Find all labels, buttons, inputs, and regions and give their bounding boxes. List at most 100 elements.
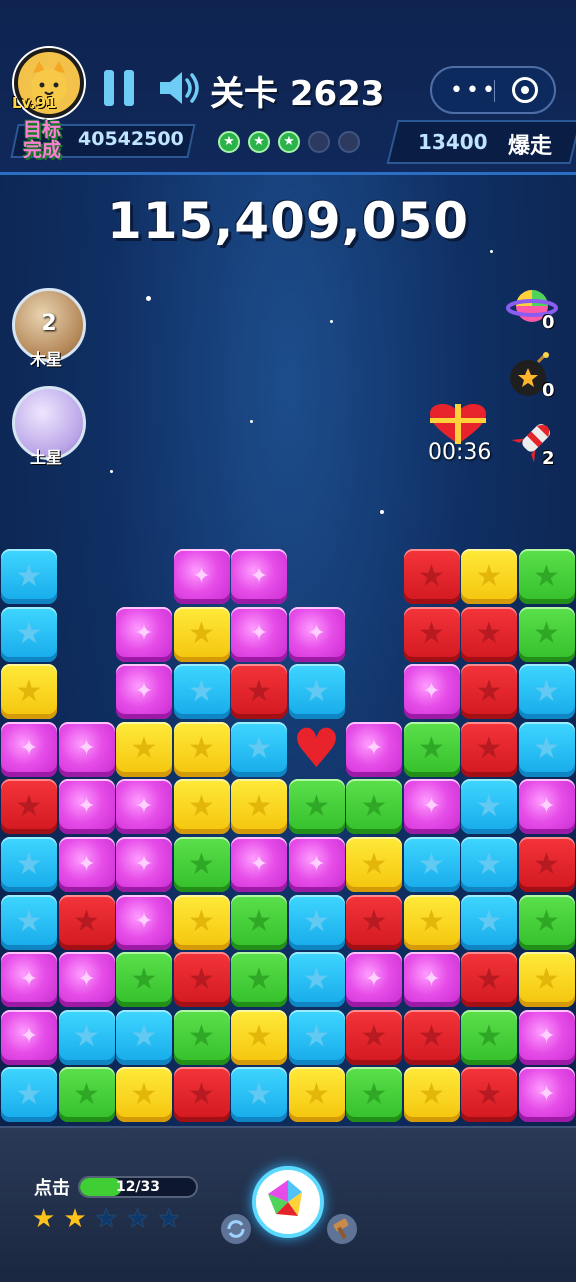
blue-block-tile[interactable]: ★	[1, 1067, 57, 1123]
magenta-block-tile[interactable]: ✦	[116, 779, 172, 835]
magenta-block-tile[interactable]: ✦	[58, 721, 115, 777]
green-block-tile[interactable]: ★	[346, 1067, 402, 1123]
yellow-block-tile[interactable]: ★	[173, 894, 230, 950]
blue-block-tile[interactable]: ★	[116, 1009, 172, 1065]
magenta-block-tile[interactable]: ✦	[1, 952, 57, 1008]
magenta-block-tile[interactable]: ✦	[1, 721, 57, 777]
blue-block-tile[interactable]: ★	[288, 894, 345, 950]
green-block-tile[interactable]: ★	[116, 952, 172, 1008]
blue-block-tile[interactable]: ★	[1, 837, 57, 892]
green-block-tile[interactable]: ★	[231, 952, 287, 1008]
magenta-block-tile[interactable]: ✦	[288, 837, 345, 892]
more-options-icon[interactable]: • • •	[450, 78, 495, 103]
red-block-tile[interactable]: ★	[346, 894, 402, 950]
yellow-block-tile[interactable]: ★	[116, 1067, 172, 1123]
magenta-block-tile[interactable]: ✦	[58, 837, 115, 892]
blue-block-tile[interactable]: ★	[58, 1009, 115, 1065]
green-block-tile[interactable]: ★	[461, 1009, 517, 1065]
blue-block-tile[interactable]: ★	[1, 606, 57, 662]
yellow-block-tile[interactable]: ★	[518, 952, 575, 1008]
magenta-block-tile[interactable]: ✦	[116, 664, 172, 720]
green-block-tile[interactable]: ★	[58, 1067, 115, 1123]
yellow-block-tile[interactable]: ★	[116, 721, 172, 777]
refresh-icon[interactable]	[220, 1213, 252, 1245]
color-wheel-button[interactable]	[252, 1166, 324, 1238]
green-block-tile[interactable]: ★	[288, 779, 345, 835]
blue-block-tile[interactable]: ★	[288, 664, 345, 720]
blue-block-tile[interactable]: ★	[461, 894, 517, 950]
magenta-block-tile[interactable]: ✦	[116, 894, 172, 950]
blue-block-tile[interactable]: ★	[1, 894, 57, 950]
green-block-tile[interactable]: ★	[518, 549, 575, 604]
magenta-block-tile[interactable]: ✦	[173, 549, 230, 604]
yellow-block-tile[interactable]: ★	[231, 779, 287, 835]
yellow-block-tile[interactable]: ★	[403, 894, 460, 950]
yellow-block-tile[interactable]: ★	[403, 1067, 460, 1123]
yellow-block-tile[interactable]: ★	[231, 1009, 287, 1065]
yellow-block-tile[interactable]: ★	[173, 779, 230, 835]
blue-block-tile[interactable]: ★	[518, 664, 575, 720]
blue-block-tile[interactable]: ★	[231, 1067, 287, 1123]
red-block-tile[interactable]: ★	[58, 894, 115, 950]
red-block-tile[interactable]: ★	[403, 1009, 460, 1065]
magenta-block-tile[interactable]: ✦	[403, 664, 460, 720]
red-block-tile[interactable]: ★	[461, 952, 517, 1008]
hammer-icon[interactable]	[326, 1213, 358, 1245]
blue-block-tile[interactable]: ★	[1, 549, 57, 604]
red-block-tile[interactable]: ★	[173, 952, 230, 1008]
blue-block-tile[interactable]: ★	[403, 837, 460, 892]
blue-block-tile[interactable]: ★	[288, 1009, 345, 1065]
red-block-tile[interactable]: ★	[173, 1067, 230, 1123]
green-block-tile[interactable]: ★	[518, 606, 575, 662]
green-block-tile[interactable]: ★	[231, 894, 287, 950]
blue-block-tile[interactable]: ★	[288, 952, 345, 1008]
red-block-tile[interactable]: ★	[403, 606, 460, 662]
green-block-tile[interactable]: ★	[518, 894, 575, 950]
blue-block-tile[interactable]: ★	[231, 721, 287, 777]
magenta-block-tile[interactable]: ✦	[288, 606, 345, 662]
blue-block-tile[interactable]: ★	[518, 721, 575, 777]
green-block-tile[interactable]: ★	[346, 779, 402, 835]
magenta-block-tile[interactable]: ✦	[518, 779, 575, 835]
close-app-icon[interactable]	[512, 77, 538, 103]
red-block-tile[interactable]: ★	[231, 664, 287, 720]
magenta-block-tile[interactable]: ✦	[518, 1067, 575, 1123]
blue-block-tile[interactable]: ★	[461, 837, 517, 892]
red-block-tile[interactable]: ★	[461, 606, 517, 662]
magenta-block-tile[interactable]: ✦	[1, 1009, 57, 1065]
yellow-block-tile[interactable]: ★	[461, 549, 517, 604]
magenta-block-tile[interactable]: ✦	[518, 1009, 575, 1065]
red-block-tile[interactable]: ★	[518, 837, 575, 892]
yellow-block-tile[interactable]: ★	[288, 1067, 345, 1123]
yellow-block-tile[interactable]: ★	[1, 664, 57, 720]
blue-block-tile[interactable]: ★	[173, 664, 230, 720]
red-block-tile[interactable]: ★	[403, 549, 460, 604]
heart-gift-tile[interactable]: ♥	[289, 722, 345, 777]
green-block-tile[interactable]: ★	[173, 837, 230, 892]
green-block-tile[interactable]: ★	[173, 1009, 230, 1065]
magenta-block-tile[interactable]: ✦	[403, 779, 460, 835]
pause-button[interactable]	[101, 70, 137, 108]
magenta-block-tile[interactable]: ✦	[403, 952, 460, 1008]
magenta-block-tile[interactable]: ✦	[58, 952, 115, 1008]
yellow-block-tile[interactable]: ★	[173, 606, 230, 662]
blue-block-tile[interactable]: ★	[461, 779, 517, 835]
red-block-tile[interactable]: ★	[461, 664, 517, 720]
magenta-block-tile[interactable]: ✦	[231, 549, 287, 604]
sound-icon[interactable]	[156, 68, 204, 108]
green-block-tile[interactable]: ★	[403, 721, 460, 777]
magenta-block-tile[interactable]: ✦	[58, 779, 115, 835]
magenta-block-tile[interactable]: ✦	[346, 952, 402, 1008]
magenta-block-tile[interactable]: ✦	[231, 606, 287, 662]
red-block-tile[interactable]: ★	[461, 1067, 517, 1123]
magenta-block-tile[interactable]: ✦	[346, 721, 402, 777]
red-block-tile[interactable]: ★	[346, 1009, 402, 1065]
red-block-tile[interactable]: ★	[1, 779, 57, 835]
gift-heart-icon[interactable]	[428, 404, 488, 444]
magenta-block-tile[interactable]: ✦	[116, 606, 172, 662]
yellow-block-tile[interactable]: ★	[173, 721, 230, 777]
magenta-block-tile[interactable]: ✦	[231, 837, 287, 892]
magenta-block-tile[interactable]: ✦	[116, 837, 172, 892]
yellow-block-tile[interactable]: ★	[346, 837, 402, 892]
red-block-tile[interactable]: ★	[461, 721, 517, 777]
